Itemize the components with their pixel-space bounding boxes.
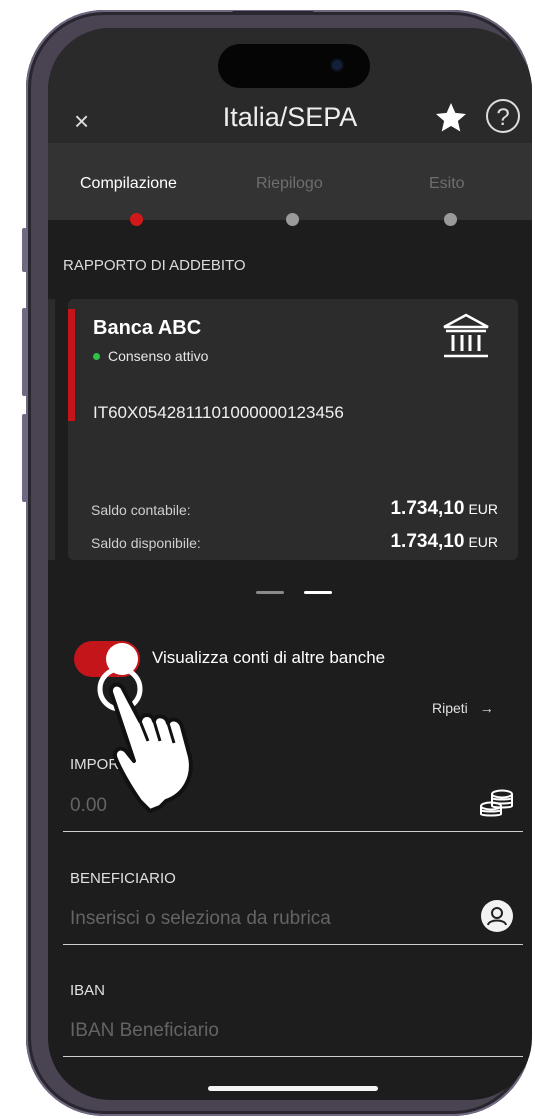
help-icon[interactable]: ? bbox=[486, 99, 520, 133]
balance-available-value: 1.734,10 bbox=[390, 531, 465, 552]
tap-hand-icon bbox=[97, 666, 193, 813]
person-icon bbox=[487, 907, 507, 926]
progress-steps: Compilazione Riepilogo Esito bbox=[48, 143, 532, 226]
status-dot bbox=[93, 352, 100, 360]
dynamic-island bbox=[218, 44, 370, 88]
repeat-link[interactable]: Ripeti → bbox=[432, 700, 494, 716]
iban-label: IBAN bbox=[70, 982, 106, 999]
carousel-indicator-active[interactable] bbox=[304, 591, 332, 594]
app-header: × Italia/SEPA ? bbox=[48, 28, 532, 143]
volume-up-button bbox=[22, 308, 27, 396]
balance-available-label: Saldo disponibile: bbox=[91, 535, 201, 551]
balance-accounting-amount: 1.734,10 EUR bbox=[390, 498, 498, 520]
coins-icon[interactable] bbox=[478, 788, 516, 822]
beneficiary-underline bbox=[63, 944, 523, 945]
consent-text: Consenso attivo bbox=[108, 348, 209, 364]
currency: EUR bbox=[468, 501, 498, 517]
beneficiary-label: BENEFICIARIO bbox=[70, 870, 176, 887]
account-card[interactable]: Banca ABC Consenso attivo IT60X054281110… bbox=[68, 299, 518, 560]
camera-icon bbox=[332, 60, 342, 70]
step-esito: Esito bbox=[429, 175, 465, 192]
contacts-person-icon[interactable] bbox=[481, 900, 513, 932]
iban-input[interactable] bbox=[70, 1020, 490, 1042]
app-screen: × Italia/SEPA ? Compilazione Riepilogo E… bbox=[48, 28, 532, 1100]
iban-underline bbox=[63, 1056, 523, 1057]
repeat-label: Ripeti bbox=[432, 700, 468, 716]
balance-available-amount: 1.734,10 EUR bbox=[390, 531, 498, 553]
consent-status: Consenso attivo bbox=[93, 348, 208, 364]
home-indicator bbox=[208, 1086, 378, 1091]
bank-name: Banca ABC bbox=[93, 317, 202, 339]
debit-section-label: RAPPORTO DI ADDEBITO bbox=[63, 257, 246, 274]
step-dot-active bbox=[130, 213, 143, 226]
phone-speaker bbox=[232, 11, 314, 15]
star-icon[interactable] bbox=[432, 100, 470, 136]
step-dot bbox=[444, 213, 457, 226]
currency: EUR bbox=[468, 534, 498, 550]
carousel-indicator[interactable] bbox=[256, 591, 284, 594]
amount-underline bbox=[63, 831, 523, 832]
balance-accounting-value: 1.734,10 bbox=[390, 498, 465, 519]
volume-down-button bbox=[22, 414, 27, 502]
step-dot bbox=[286, 213, 299, 226]
step-riepilogo: Riepilogo bbox=[256, 175, 323, 192]
balance-accounting-label: Saldo contabile: bbox=[91, 502, 191, 518]
arrow-right-icon: → bbox=[479, 700, 494, 716]
bank-icon bbox=[443, 313, 489, 358]
previous-card-peek[interactable] bbox=[48, 299, 55, 560]
action-button bbox=[22, 228, 27, 272]
account-accent-bar bbox=[68, 309, 75, 421]
step-compilazione: Compilazione bbox=[80, 175, 177, 192]
beneficiary-input[interactable] bbox=[70, 908, 450, 930]
account-iban: IT60X0542811101000000123456 bbox=[93, 403, 344, 422]
